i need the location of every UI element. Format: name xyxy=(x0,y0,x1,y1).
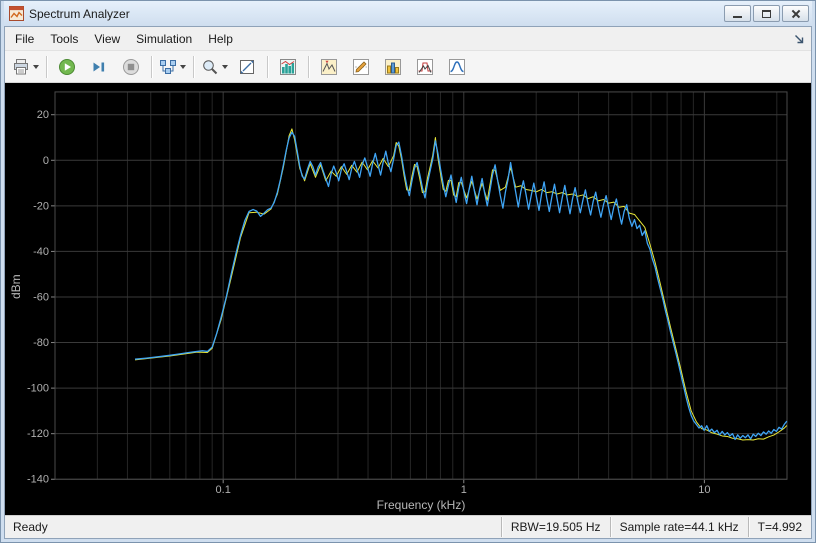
x-tick-label: 10 xyxy=(698,484,710,496)
x-tick-label: 0.1 xyxy=(216,484,231,496)
toolbar-separator xyxy=(193,55,194,78)
stop-icon xyxy=(123,58,139,75)
distortion-curve-icon xyxy=(449,58,465,75)
spectral-mask-button[interactable] xyxy=(409,53,441,81)
magnifier-icon xyxy=(203,59,218,74)
spectrum-settings-button[interactable] xyxy=(272,53,304,81)
spectrum-analyzer-window: Spectrum Analyzer File Tools View Simula… xyxy=(0,0,816,543)
pencil-cursor-icon xyxy=(353,58,369,75)
status-bar: Ready RBW=19.505 Hz Sample rate=44.1 kHz… xyxy=(5,515,811,538)
cursor-measurements-button[interactable] xyxy=(345,53,377,81)
minimize-icon xyxy=(733,16,742,18)
window-content: File Tools View Simulation Help 0.1 1 10… xyxy=(4,26,812,539)
simulink-blocks-icon xyxy=(160,59,176,74)
dropdown-arrow-icon xyxy=(180,64,186,69)
y-tick-label: -20 xyxy=(33,200,49,212)
status-rbw: RBW=19.505 Hz xyxy=(500,517,610,537)
maximize-icon xyxy=(762,9,771,18)
menu-bar: File Tools View Simulation Help xyxy=(5,27,811,51)
maximize-button[interactable] xyxy=(753,5,780,22)
status-sample-rate: Sample rate=44.1 kHz xyxy=(609,517,748,537)
fit-to-view-button[interactable] xyxy=(231,53,263,81)
y-tick-label: -80 xyxy=(33,337,49,349)
toolbar-separator xyxy=(151,55,152,78)
play-icon xyxy=(59,58,75,75)
axes-box xyxy=(54,91,788,480)
dock-window-arrow[interactable] xyxy=(793,33,805,45)
toolbar-separator xyxy=(308,55,309,78)
y-tick-label: -100 xyxy=(27,383,49,395)
peak-finder-icon xyxy=(321,58,337,75)
close-icon xyxy=(791,9,801,19)
y-tick-label: -120 xyxy=(27,428,49,440)
trace-yellow xyxy=(134,128,788,441)
menu-help[interactable]: Help xyxy=(200,29,241,49)
minimize-button[interactable] xyxy=(724,5,751,22)
printer-icon xyxy=(14,58,28,74)
step-forward-icon xyxy=(93,62,105,71)
simulink-model-button[interactable] xyxy=(156,53,189,81)
signal-statistics-button[interactable] xyxy=(377,53,409,81)
step-forward-button[interactable] xyxy=(83,53,115,81)
y-tick-label: -60 xyxy=(33,291,49,303)
y-tick-label: 0 xyxy=(43,155,49,167)
trace-blue xyxy=(134,131,788,441)
y-tick-label: -40 xyxy=(33,246,49,258)
app-icon xyxy=(9,6,24,21)
spectrum-settings-icon xyxy=(280,58,296,75)
close-button[interactable] xyxy=(782,5,809,22)
y-tick-label: 20 xyxy=(37,109,49,121)
window-title: Spectrum Analyzer xyxy=(29,6,130,21)
toolbar-separator xyxy=(267,55,268,78)
spectral-mask-icon xyxy=(417,58,433,75)
x-tick-label: 1 xyxy=(461,484,467,496)
dropdown-arrow-icon xyxy=(33,64,39,69)
menu-file[interactable]: File xyxy=(7,29,42,49)
zoom-button[interactable] xyxy=(198,53,231,81)
menu-tools[interactable]: Tools xyxy=(42,29,86,49)
run-button[interactable] xyxy=(51,53,83,81)
plot-panel: 0.1 1 10 20 0 -20 -40 -60 -80 -100 -120 -140 Freque… xyxy=(5,83,811,515)
dropdown-arrow-icon xyxy=(222,64,228,69)
toolbar-separator xyxy=(46,55,47,78)
signal-statistics-icon xyxy=(385,58,401,75)
spectrum-plot[interactable]: 0.1 1 10 20 0 -20 -40 -60 -80 -100 -120 -140 xyxy=(5,83,811,515)
status-sim-time: T=4.992 xyxy=(747,517,811,537)
peak-finder-button[interactable] xyxy=(313,53,345,81)
distortion-measurements-button[interactable] xyxy=(441,53,473,81)
stop-button[interactable] xyxy=(115,53,147,81)
menu-view[interactable]: View xyxy=(86,29,128,49)
menu-simulation[interactable]: Simulation xyxy=(128,29,200,49)
status-message: Ready xyxy=(13,520,48,534)
title-bar[interactable]: Spectrum Analyzer xyxy=(4,1,812,26)
print-export-button[interactable] xyxy=(9,53,42,81)
fit-to-view-icon xyxy=(240,59,254,74)
y-tick-label: -140 xyxy=(27,474,49,486)
toolbar xyxy=(5,51,811,83)
